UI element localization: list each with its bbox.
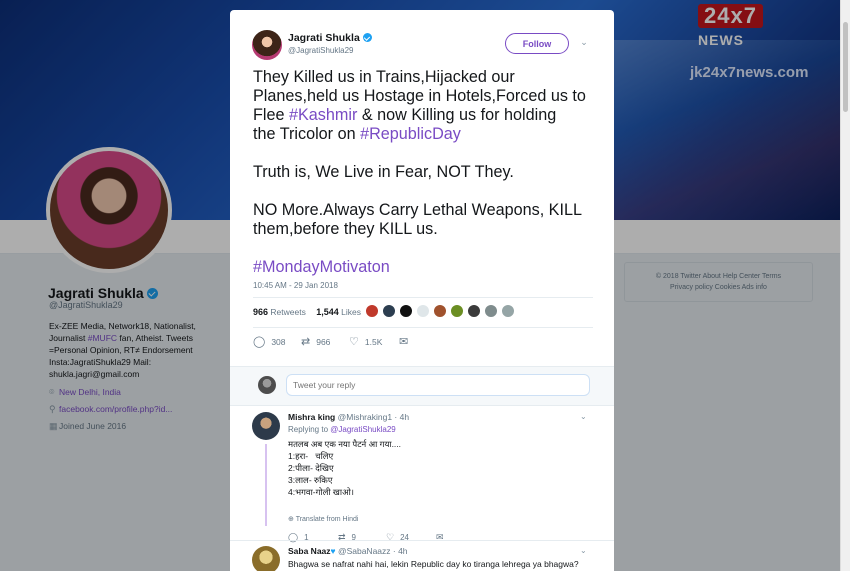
tweet-line: Planes,held us Hostage in Hotels,Forced …	[253, 87, 586, 105]
translate-text: Translate from Hindi	[295, 516, 359, 523]
retweet-action[interactable]: ⇄ 9	[338, 532, 356, 543]
retweet-count: 966	[316, 337, 331, 347]
replying-to-prefix: Replying to	[288, 425, 331, 434]
reply-author-handle: @Mishraking1 · 4h	[337, 412, 410, 422]
reply-line: 3:लाल- रुकिए	[288, 475, 333, 485]
reply-body: मतलब अब एक नया पैटर्न आ गया.... 1:हरा- चल…	[288, 438, 401, 498]
reply-line: 4:भगवा-गोली खाओ।	[288, 487, 354, 497]
thread-line	[265, 444, 267, 526]
verified-badge-icon	[362, 33, 372, 42]
tweet-text-span: & now Killing us for holding	[357, 106, 557, 124]
current-user-avatar	[258, 376, 276, 394]
retweet-icon: ⇄	[301, 336, 311, 348]
liker-avatar[interactable]	[433, 304, 447, 318]
tweet-text-span: the Tricolor on	[253, 125, 361, 143]
reply-line: 2:पीला- देखिए	[288, 463, 334, 473]
tweet-text: They Killed us in Trains,Hijacked our Pl…	[253, 68, 598, 277]
reply-count: 308	[271, 337, 286, 347]
like-action[interactable]: ♡ 1.5K	[349, 335, 382, 348]
retweet-action[interactable]: ⇄ 966	[301, 335, 330, 348]
tweet-line: them,before they KILL us.	[253, 220, 438, 238]
reply-composer	[230, 366, 614, 406]
chevron-down-icon[interactable]: ⌄	[580, 546, 587, 555]
like-action[interactable]: ♡ 24	[386, 532, 409, 543]
tweet-line: Truth is, We Live in Fear, NOT They.	[253, 163, 514, 181]
reply-action[interactable]: ◯ 308	[253, 335, 286, 348]
retweets-count: 966	[253, 307, 269, 317]
likes-label: Likes	[341, 307, 361, 317]
reply-author-name: Saba Naaz	[288, 546, 331, 556]
translate-link[interactable]: ⊕ Translate from Hindi	[288, 515, 358, 523]
reply-author[interactable]: Mishra king @Mishraking1 · 4h	[288, 412, 409, 422]
likes-stat[interactable]: 1,544 Likes	[316, 307, 361, 317]
liker-avatar[interactable]	[365, 304, 379, 318]
hashtag-mondaymotivaton[interactable]: #MondayMotivaton	[253, 258, 598, 277]
reply-author-avatar[interactable]	[252, 412, 280, 440]
reply-tweet[interactable]: Saba Naaz♥ @SabaNaazz · 4h ⌄ Bhagwa se n…	[230, 544, 614, 571]
chevron-down-icon[interactable]: ⌄	[579, 37, 589, 47]
tweet-line: the Tricolor on #RepublicDay	[253, 125, 598, 144]
reply-author-handle: @SabaNaazz · 4h	[337, 546, 408, 556]
hashtag-republicday[interactable]: #RepublicDay	[360, 125, 461, 143]
liker-avatar[interactable]	[450, 304, 464, 318]
tweet-line: They Killed us in Trains,Hijacked our	[253, 68, 515, 86]
follow-button[interactable]: Follow	[505, 33, 569, 54]
tweet-modal: Jagrati Shukla @JagratiShukla29 Follow ⌄…	[230, 10, 614, 571]
reply-author[interactable]: Saba Naaz♥ @SabaNaazz · 4h	[288, 546, 408, 556]
divider	[230, 540, 614, 541]
tweet-text-span: Flee	[253, 106, 289, 124]
chevron-down-icon[interactable]: ⌄	[580, 412, 587, 421]
reply-author-name: Mishra king	[288, 412, 336, 422]
reply-body: Bhagwa se nafrat nahi hai, lekin Republi…	[288, 559, 579, 569]
reply-line: 1:हरा- चलिए	[288, 451, 334, 461]
tweet-author-avatar[interactable]	[252, 30, 282, 60]
liker-avatar[interactable]	[484, 304, 498, 318]
tweet-stats: 966 Retweets 1,544 Likes	[253, 307, 361, 317]
hashtag-kashmir[interactable]: #Kashmir	[289, 106, 357, 124]
liker-avatar[interactable]	[382, 304, 396, 318]
replying-to: Replying to @JagratiShukla29	[288, 425, 396, 434]
heart-icon: ♡	[349, 336, 359, 348]
page-scrollbar[interactable]	[840, 0, 850, 571]
dm-action[interactable]: ✉	[436, 532, 450, 543]
liker-avatar[interactable]	[501, 304, 515, 318]
reply-tweet[interactable]: Mishra king @Mishraking1 · 4h ⌄ Replying…	[230, 408, 614, 543]
liker-avatar[interactable]	[467, 304, 481, 318]
reply-line: मतलब अब एक नया पैटर्न आ गया....	[288, 439, 402, 449]
like-count: 1.5K	[364, 337, 383, 347]
retweets-label: Retweets	[270, 307, 306, 317]
globe-icon: ⊕	[288, 516, 296, 523]
reply-input[interactable]	[286, 374, 590, 396]
divider	[253, 297, 593, 298]
reply-icon: ◯	[253, 336, 266, 348]
likes-count: 1,544	[316, 307, 339, 317]
tweet-line: Flee #Kashmir & now Killing us for holdi…	[253, 106, 598, 125]
divider	[253, 327, 593, 328]
replying-to-mention[interactable]: @JagratiShukla29	[330, 425, 396, 434]
tweet-line: NO More.Always Carry Lethal Weapons, KIL…	[253, 201, 582, 219]
retweets-stat[interactable]: 966 Retweets	[253, 307, 306, 317]
heart-emoji-icon: ♥	[330, 546, 336, 556]
dm-action[interactable]: ✉	[399, 335, 414, 348]
liker-avatar[interactable]	[399, 304, 413, 318]
tweet-author-name[interactable]: Jagrati Shukla	[288, 32, 372, 44]
tweet-timestamp[interactable]: 10:45 AM - 29 Jan 2018	[253, 281, 338, 290]
tweet-author-name-text: Jagrati Shukla	[288, 32, 360, 44]
reply-action[interactable]: ◯ 1	[288, 532, 309, 543]
reply-author-avatar[interactable]	[252, 546, 280, 571]
envelope-icon: ✉	[399, 336, 409, 348]
tweet-author-handle[interactable]: @JagratiShukla29	[288, 46, 354, 55]
liker-avatar[interactable]	[416, 304, 430, 318]
scrollbar-thumb[interactable]	[843, 22, 848, 112]
